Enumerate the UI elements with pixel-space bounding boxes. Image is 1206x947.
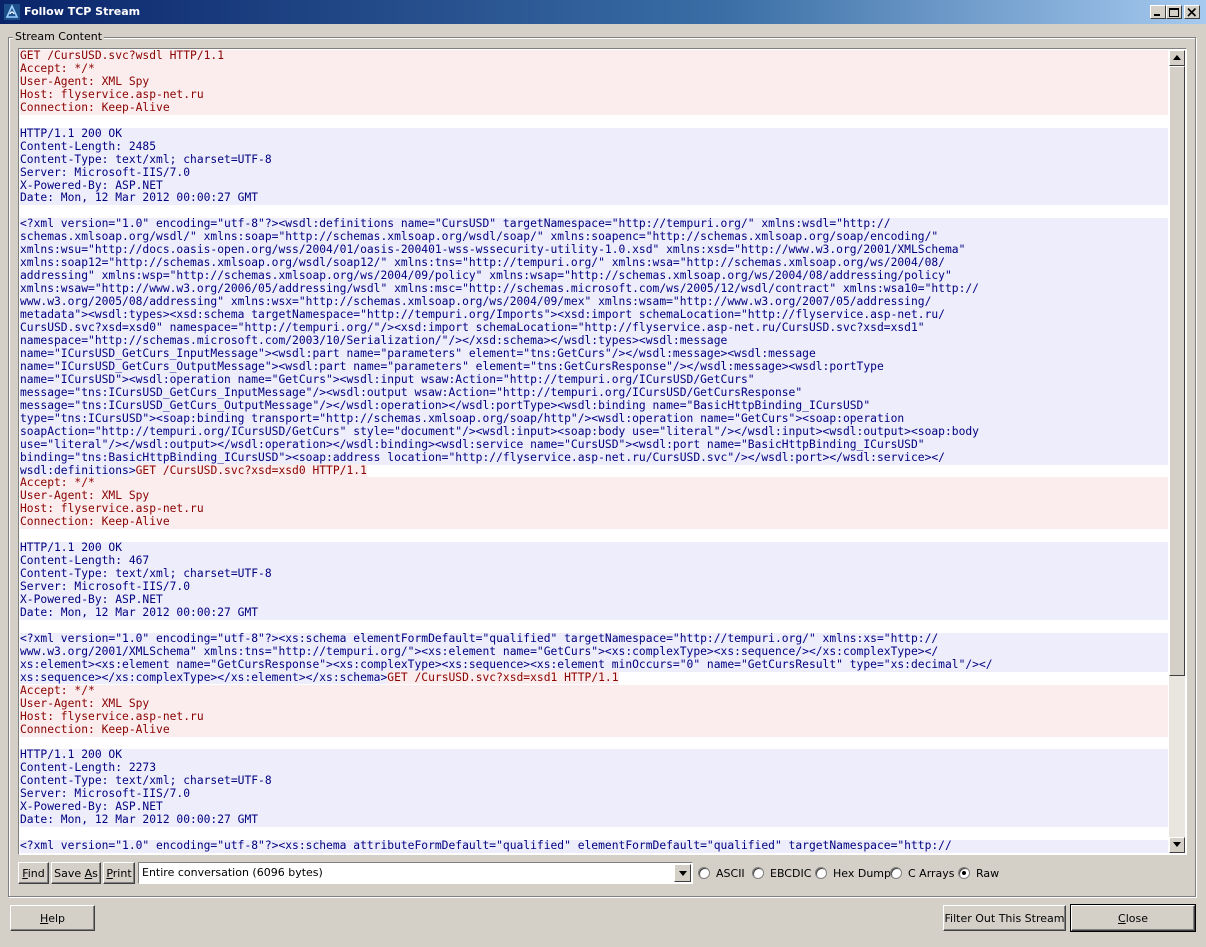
stream-line: Date: Mon, 12 Mar 2012 00:00:27 GMT <box>20 606 1168 620</box>
scroll-down-button[interactable] <box>1169 837 1185 853</box>
radio-button-hex-dump[interactable] <box>815 867 827 879</box>
stream-line: Connection: Keep-Alive <box>20 515 1168 530</box>
format-radio-ebcdic[interactable]: EBCDIC <box>752 866 811 880</box>
stream-line: Server: Microsoft-IIS/7.0 <box>20 787 1168 802</box>
format-label-raw: Raw <box>976 866 1000 880</box>
window-title: Follow TCP Stream <box>24 5 141 18</box>
stream-line: namespace="http://schemas.microsoft.com/… <box>20 334 1168 348</box>
stream-line: User-Agent: XML Spy <box>20 75 1168 89</box>
stream-segment-client: GET /CursUSD.svc?xsd=xsd1 HTTP/1.1 <box>387 670 619 684</box>
format-label-ascii: ASCII <box>716 866 745 880</box>
stream-line: message="tns:ICursUSD_GetCurs_InputMessa… <box>20 386 1168 400</box>
stream-line: Host: flyservice.asp-net.ru <box>20 88 1168 102</box>
stream-line: type="tns:ICursUSD"><soap:binding transp… <box>20 412 1168 426</box>
stream-line: name="ICursUSD_GetCurs_OutputMessage"><w… <box>20 360 1168 374</box>
save-as-button[interactable]: Save As <box>51 862 101 884</box>
format-radio-hex-dump[interactable]: Hex Dump <box>815 866 891 880</box>
stream-segment-server: wsdl:definitions> <box>20 463 136 477</box>
conversation-dropdown-button[interactable] <box>674 864 691 882</box>
stream-line: name="ICursUSD_GetCurs_InputMessage"><ws… <box>20 347 1168 361</box>
stream-line: xs:element><xs:element name="GetCursResp… <box>20 658 1168 672</box>
conversation-select-value: Entire conversation (6096 bytes) <box>142 866 323 879</box>
scrollbar-thumb[interactable] <box>1169 66 1185 676</box>
stream-segment-server: xs:sequence></xs:complexType></xs:elemen… <box>20 670 388 684</box>
stream-line: Content-Type: text/xml; charset=UTF-8 <box>20 567 1168 582</box>
stream-line: binding="tns:BasicHttpBinding_ICursUSD">… <box>20 451 1168 465</box>
close-button[interactable]: Close <box>1070 904 1196 932</box>
stream-line: soapAction="http://tempuri.org/ICursUSD/… <box>20 425 1168 439</box>
format-label-hex-dump: Hex Dump <box>833 866 891 880</box>
print-label: Print <box>106 866 132 880</box>
radio-button-ebcdic[interactable] <box>752 867 764 879</box>
stream-line <box>20 737 1168 750</box>
stream-line: HTTP/1.1 200 OK <box>20 749 1168 763</box>
stream-line: Content-Type: text/xml; charset=UTF-8 <box>20 774 1168 789</box>
stream-segment-client: GET /CursUSD.svc?xsd=xsd0 HTTP/1.1 <box>135 463 367 477</box>
radio-button-ascii[interactable] <box>698 867 710 879</box>
stream-line: name="ICursUSD"><wsdl:operation name="Ge… <box>20 373 1168 387</box>
format-radio-raw[interactable]: Raw <box>958 866 999 880</box>
minimize-button[interactable] <box>1150 5 1166 19</box>
stream-line: Server: Microsoft-IIS/7.0 <box>20 580 1168 595</box>
stream-line: xs:sequence></xs:complexType></xs:elemen… <box>20 670 1168 685</box>
maximize-button[interactable] <box>1166 5 1182 19</box>
stream-content-label: Stream Content <box>13 30 105 43</box>
format-radio-ascii[interactable]: ASCII <box>698 866 745 880</box>
print-button[interactable]: Print <box>103 862 135 884</box>
close-label: Close <box>1118 911 1148 925</box>
format-radio-c-arrays[interactable]: C Arrays <box>890 866 955 880</box>
help-label: Help <box>39 911 66 925</box>
stream-line <box>20 115 1168 128</box>
stream-line: HTTP/1.1 200 OK <box>20 541 1168 556</box>
vertical-scrollbar[interactable] <box>1169 50 1185 853</box>
conversation-select[interactable]: Entire conversation (6096 bytes) <box>138 862 693 884</box>
wireshark-fin-icon <box>4 4 20 20</box>
stream-line: Server: Microsoft-IIS/7.0 <box>20 166 1168 180</box>
stream-line: message="tns:ICursUSD_GetCurs_OutputMess… <box>20 399 1168 413</box>
stream-line: Date: Mon, 12 Mar 2012 00:00:27 GMT <box>20 813 1168 828</box>
find-button[interactable]: Find <box>18 862 49 884</box>
filter-out-stream-button[interactable]: Filter Out This Stream <box>943 905 1066 931</box>
stream-line: www.w3.org/2001/XMLSchema" xmlns:tns="ht… <box>20 645 1168 659</box>
stream-line: Accept: */* <box>20 62 1168 76</box>
stream-line: Host: flyservice.asp-net.ru <box>20 710 1168 724</box>
stream-line: User-Agent: XML Spy <box>20 697 1168 711</box>
stream-text-content[interactable]: GET /CursUSD.svc?wsdl HTTP/1.1 Accept: */… <box>20 50 1168 853</box>
save-as-label: Save As <box>54 866 98 880</box>
stream-line: Content-Type: text/xml; charset=UTF-8 <box>20 153 1168 167</box>
stream-line: Connection: Keep-Alive <box>20 723 1168 737</box>
help-button[interactable]: Help <box>10 905 95 931</box>
stream-line: HTTP/1.1 200 OK <box>20 127 1168 141</box>
format-label-c-arrays: C Arrays <box>908 866 955 880</box>
stream-line: Accept: */* <box>20 684 1168 698</box>
find-label: Find <box>22 866 45 880</box>
stream-text-view[interactable]: GET /CursUSD.svc?wsdl HTTP/1.1 Accept: */… <box>18 48 1187 855</box>
format-label-ebcdic: EBCDIC <box>770 866 812 880</box>
filter-out-label: Filter Out This Stream <box>944 911 1065 925</box>
stream-line: GET /CursUSD.svc?wsdl HTTP/1.1 <box>20 50 1168 63</box>
stream-line <box>20 529 1168 542</box>
stream-line: Content-Length: 2485 <box>20 140 1168 154</box>
stream-line: use="literal"/></wsdl:output></wsdl:oper… <box>20 438 1168 452</box>
stream-line: Host: flyservice.asp-net.ru <box>20 502 1168 517</box>
stream-line <box>20 620 1168 633</box>
stream-line: wsdl:definitions>GET /CursUSD.svc?xsd=xs… <box>20 463 1168 478</box>
stream-line: <?xml version="1.0" encoding="utf-8"?><x… <box>20 632 1168 646</box>
stream-line: Accept: */* <box>20 477 1168 491</box>
radio-button-c-arrays[interactable] <box>890 867 902 879</box>
close-window-button[interactable] <box>1184 5 1200 19</box>
stream-line: <?xml version="1.0" encoding="utf-8"?><x… <box>20 839 1168 853</box>
stream-line: Connection: Keep-Alive <box>20 101 1168 115</box>
scroll-up-button[interactable] <box>1169 50 1185 66</box>
stream-line: Date: Mon, 12 Mar 2012 00:00:27 GMT <box>20 192 1168 206</box>
radio-button-raw[interactable] <box>958 867 970 879</box>
title-bar[interactable]: Follow TCP Stream <box>0 0 1206 24</box>
